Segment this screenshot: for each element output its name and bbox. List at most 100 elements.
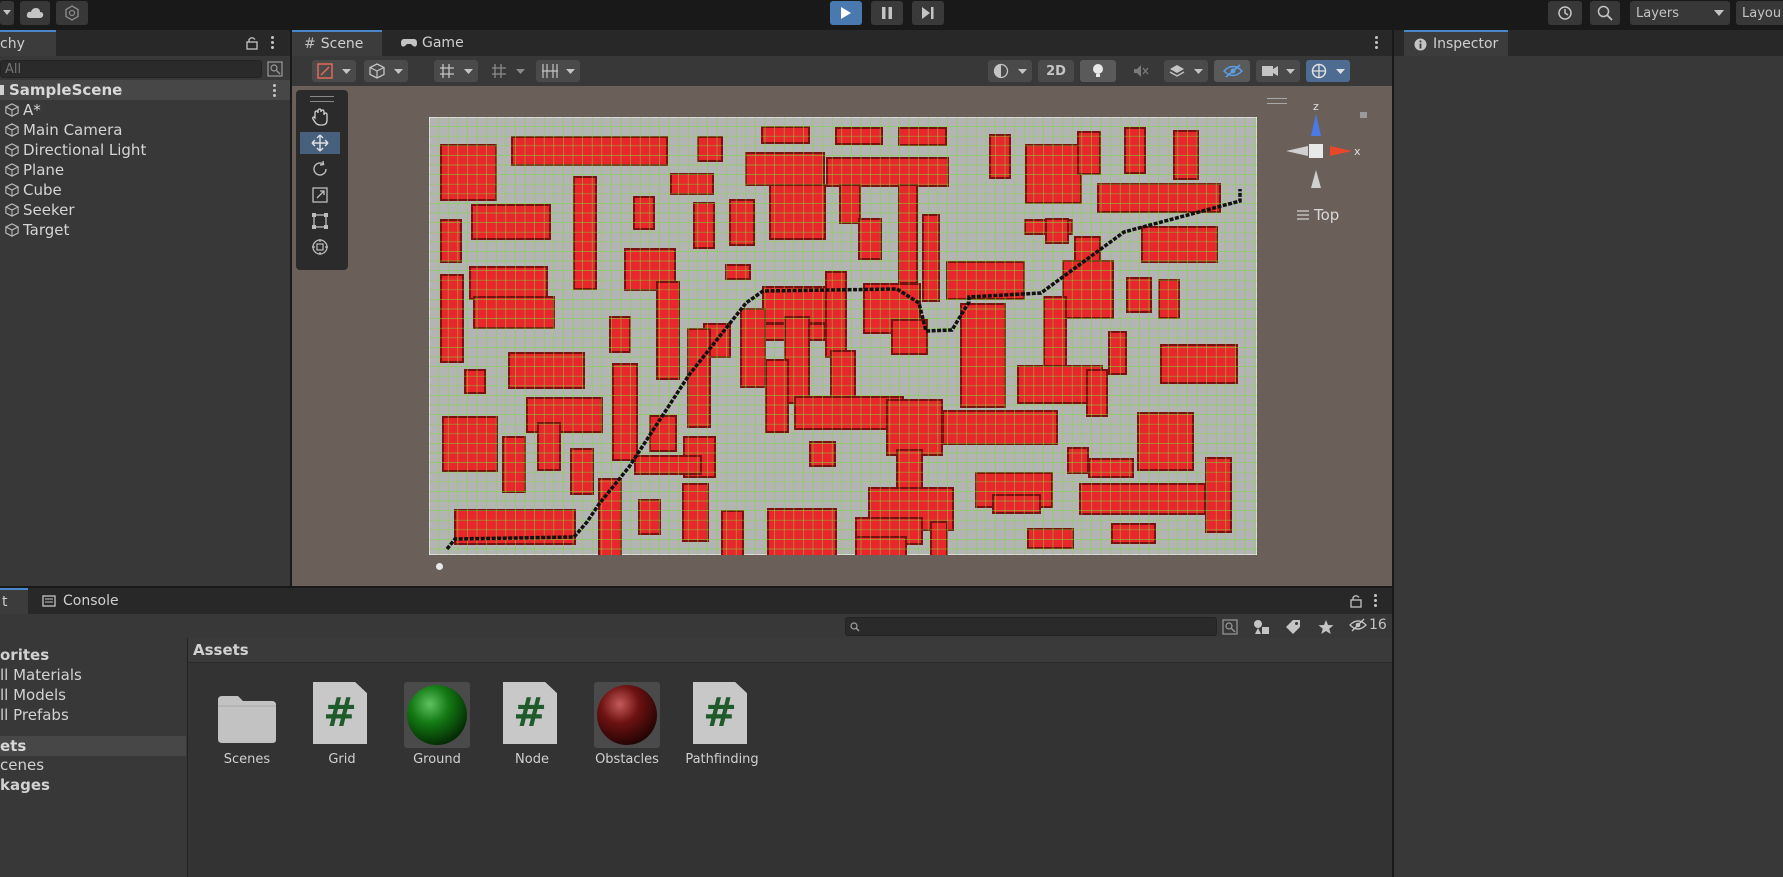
layers-dropdown[interactable]: Layers xyxy=(1630,1,1730,25)
favorites-item[interactable]: ll Materials xyxy=(0,666,82,684)
obstacle-block xyxy=(960,303,1006,408)
chevron-down-icon xyxy=(1018,69,1027,74)
hidden-packages-toggle[interactable]: 16 xyxy=(1349,617,1387,633)
draw-mode-dropdown[interactable] xyxy=(312,60,356,82)
layout-dropdown[interactable]: Layou xyxy=(1736,1,1783,25)
scene-header-row[interactable]: SampleScene xyxy=(0,80,290,100)
hierarchy-item[interactable]: Directional Light xyxy=(0,140,290,160)
camera-icon xyxy=(1262,66,1278,76)
breadcrumb-assets[interactable]: Assets xyxy=(193,641,249,659)
asset-item[interactable]: # Node xyxy=(487,682,577,772)
packages-folder-row[interactable]: kages xyxy=(0,776,50,794)
hierarchy-item[interactable]: Cube xyxy=(0,180,290,200)
cloud-button[interactable] xyxy=(20,1,50,25)
grid-snapping-dropdown[interactable] xyxy=(434,60,478,82)
search-by-type-icon[interactable] xyxy=(1222,619,1238,635)
lock-icon[interactable] xyxy=(246,36,258,50)
rect-tool-button[interactable] xyxy=(300,210,340,232)
tab-game[interactable]: Game xyxy=(395,30,475,56)
tab-hierarchy[interactable]: chy xyxy=(0,30,56,56)
search-button[interactable] xyxy=(1590,1,1620,25)
palette-drag-handle[interactable] xyxy=(310,96,334,102)
view-orientation-label[interactable]: Top xyxy=(1297,206,1339,224)
hierarchy-menu-icon[interactable] xyxy=(271,34,275,51)
search-by-type-icon[interactable] xyxy=(267,61,283,77)
increment-snapping-dropdown[interactable] xyxy=(486,60,530,82)
scene-tabstrip: # Scene Game xyxy=(292,30,1392,56)
move-tool-button[interactable] xyxy=(300,132,340,154)
tab-project[interactable]: t xyxy=(0,588,28,614)
camera-settings-dropdown[interactable] xyxy=(1256,60,1300,82)
hierarchy-item-label: Cube xyxy=(23,181,62,199)
pause-button[interactable] xyxy=(871,1,903,25)
favorites-item[interactable]: ll Models xyxy=(0,686,66,704)
2d-toggle-button[interactable]: 2D xyxy=(1038,60,1074,82)
transform-tool-button[interactable] xyxy=(300,236,340,258)
scene-viewport[interactable]: z x Top xyxy=(292,86,1392,586)
project-panel: t Console 16 orites ll Materials ll Model… xyxy=(0,588,1392,877)
obstacle-block xyxy=(1158,279,1180,319)
step-icon xyxy=(922,7,934,19)
asset-item[interactable]: Ground xyxy=(392,682,482,772)
chevron-down-icon xyxy=(342,69,351,74)
hierarchy-search-input[interactable] xyxy=(0,60,262,78)
hand-tool-button[interactable] xyxy=(300,106,340,128)
scene-name: SampleScene xyxy=(9,81,123,99)
lock-icon[interactable] xyxy=(1350,594,1362,608)
scene-menu-icon[interactable] xyxy=(273,82,277,99)
snap-settings-dropdown[interactable] xyxy=(536,60,580,82)
favorites-header[interactable]: orites xyxy=(0,646,49,664)
assets-folder-row[interactable]: ets xyxy=(0,736,186,756)
gizmos-dropdown[interactable] xyxy=(1306,60,1350,82)
collab-button[interactable] xyxy=(56,1,88,25)
asset-item[interactable]: Scenes xyxy=(202,682,292,772)
global-illumination-dropdown[interactable] xyxy=(988,60,1032,82)
asset-item[interactable]: Obstacles xyxy=(582,682,672,772)
lighting-toggle-button[interactable] xyxy=(1080,60,1116,82)
pivot-handle[interactable] xyxy=(436,563,443,570)
hierarchy-item[interactable]: Target xyxy=(0,220,290,240)
tab-scene[interactable]: # Scene xyxy=(292,30,382,56)
tab-console[interactable]: Console xyxy=(40,588,130,614)
obstacle-block xyxy=(1027,528,1074,549)
favorite-star-icon[interactable] xyxy=(1318,619,1334,635)
rotate-tool-button[interactable] xyxy=(300,158,340,180)
hierarchy-item[interactable]: Seeker xyxy=(0,200,290,220)
filter-by-type-icon[interactable] xyxy=(1253,619,1271,635)
asset-item[interactable]: # Grid xyxy=(297,682,387,772)
audio-toggle-button[interactable] xyxy=(1122,60,1158,82)
play-button[interactable] xyxy=(830,1,862,25)
shading-mode-dropdown[interactable] xyxy=(364,60,408,82)
project-folder-tree: orites ll Materials ll Models ll Prefabs e… xyxy=(0,638,186,877)
hierarchy-item[interactable]: Plane xyxy=(0,160,290,180)
scene-menu-icon[interactable] xyxy=(1375,34,1379,51)
chevron-down-icon xyxy=(1714,10,1724,16)
obstacle-block xyxy=(769,184,826,240)
label-tag-icon[interactable] xyxy=(1285,619,1301,635)
obstacle-block xyxy=(989,134,1011,179)
history-button[interactable] xyxy=(1548,1,1582,25)
project-search-input[interactable] xyxy=(845,617,1217,636)
tab-inspector[interactable]: Inspector xyxy=(1404,30,1508,56)
scenes-folder-row[interactable]: cenes xyxy=(0,756,44,774)
hierarchy-item[interactable]: Main Camera xyxy=(0,120,290,140)
project-menu-icon[interactable] xyxy=(1374,592,1378,609)
asset-item[interactable]: # Pathfinding xyxy=(677,682,767,772)
hidden-objects-toggle[interactable] xyxy=(1214,60,1250,82)
hierarchy-item[interactable]: A* xyxy=(0,100,290,120)
effects-dropdown[interactable] xyxy=(1164,60,1208,82)
csharp-script-icon: # xyxy=(313,682,367,744)
account-dropdown[interactable] xyxy=(0,1,14,25)
pathfinding-grid-plane[interactable] xyxy=(429,117,1257,555)
favorites-item[interactable]: ll Prefabs xyxy=(0,706,69,724)
chevron-down-icon xyxy=(1286,69,1295,74)
hamburger-icon xyxy=(1297,210,1309,220)
rect-transform-icon xyxy=(312,213,328,229)
orientation-gizmo[interactable]: z x xyxy=(1282,100,1382,210)
obstacle-block xyxy=(1108,331,1127,375)
step-button[interactable] xyxy=(912,1,944,25)
obstacle-block xyxy=(922,214,940,302)
obstacle-block xyxy=(469,266,548,300)
scale-tool-button[interactable] xyxy=(300,184,340,206)
hierarchy-item-label: Plane xyxy=(23,161,65,179)
